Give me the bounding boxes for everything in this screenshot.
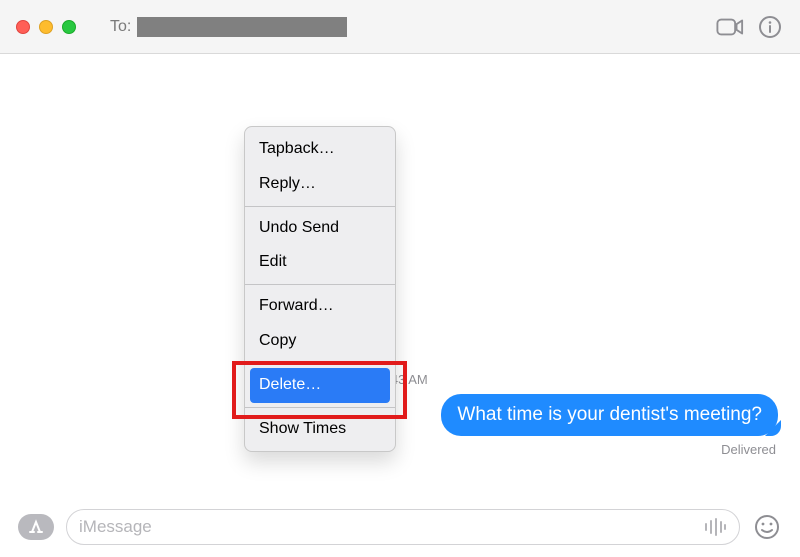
to-recipient-redacted[interactable] xyxy=(137,17,347,37)
context-menu: Tapback… Reply… Undo Send Edit Forward… … xyxy=(244,126,396,452)
menu-item-tapback[interactable]: Tapback… xyxy=(245,132,395,167)
to-label: To: xyxy=(110,18,131,36)
traffic-lights xyxy=(16,20,76,34)
window-header: To: xyxy=(0,0,800,54)
message-text: What time is your dentist's meeting? xyxy=(457,404,762,425)
menu-item-reply[interactable]: Reply… xyxy=(245,167,395,202)
message-input-wrap[interactable]: iMessage xyxy=(66,509,740,545)
menu-separator xyxy=(245,206,395,207)
close-window-button[interactable] xyxy=(16,20,30,34)
apps-button[interactable] xyxy=(18,514,54,540)
message-bubble[interactable]: What time is your dentist's meeting? xyxy=(441,394,778,436)
menu-item-copy[interactable]: Copy xyxy=(245,324,395,359)
outgoing-message-row: What time is your dentist's meeting? Del… xyxy=(441,394,778,457)
smiley-icon xyxy=(754,514,780,540)
menu-item-undo-send[interactable]: Undo Send xyxy=(245,211,395,246)
emoji-picker-button[interactable] xyxy=(752,512,782,542)
fullscreen-window-button[interactable] xyxy=(62,20,76,34)
message-input-placeholder: iMessage xyxy=(79,517,703,537)
app-store-icon xyxy=(27,519,45,535)
menu-separator xyxy=(245,363,395,364)
menu-item-show-times[interactable]: Show Times xyxy=(245,412,395,447)
facetime-icon[interactable] xyxy=(716,13,744,41)
minimize-window-button[interactable] xyxy=(39,20,53,34)
menu-separator xyxy=(245,284,395,285)
conversation-area: 1:43 AM What time is your dentist's meet… xyxy=(0,54,800,497)
info-icon[interactable] xyxy=(756,13,784,41)
voice-message-icon[interactable] xyxy=(703,518,727,536)
delivered-status: Delivered xyxy=(721,442,776,457)
compose-bar: iMessage xyxy=(0,497,800,557)
menu-separator xyxy=(245,407,395,408)
menu-item-forward[interactable]: Forward… xyxy=(245,289,395,324)
menu-item-delete[interactable]: Delete… xyxy=(250,368,390,403)
menu-item-edit[interactable]: Edit xyxy=(245,245,395,280)
